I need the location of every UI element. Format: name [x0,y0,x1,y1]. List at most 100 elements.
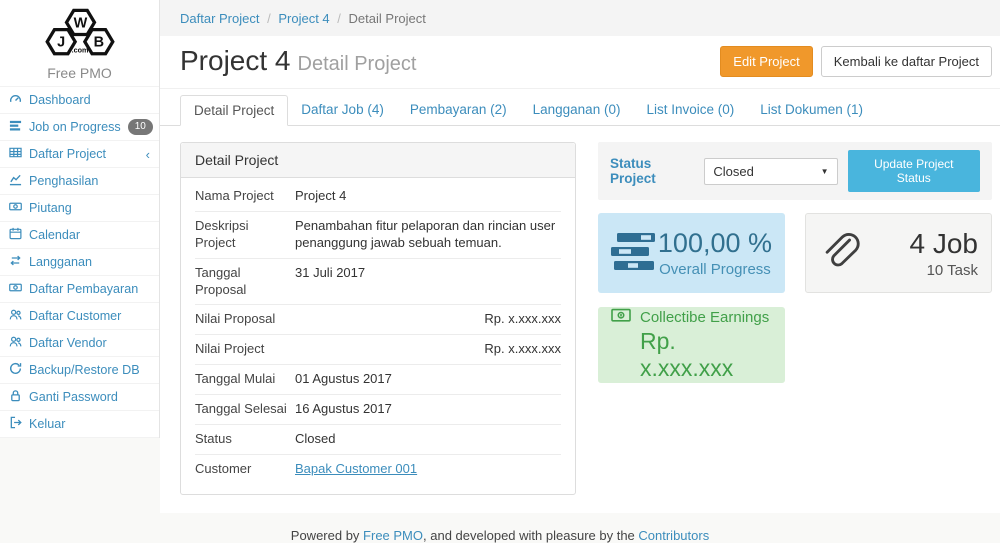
paperclip-icon [819,230,861,277]
table-row: Tanggal Proposal 31 Juli 2017 [195,259,561,306]
signout-icon [9,416,22,432]
row-value: 16 Agustus 2017 [295,401,561,418]
status-select[interactable]: Closed ▼ [704,158,837,185]
tab-list-invoice[interactable]: List Invoice (0) [633,95,747,126]
row-value: Rp. x.xxx.xxx [295,341,561,358]
row-value: 31 Juli 2017 [295,265,561,299]
free-pmo-link[interactable]: Free PMO [363,528,423,543]
jwb-hexagon-logo-icon: W J B .com [33,7,127,61]
footer-text: Powered by [291,528,363,543]
row-value: Closed [295,431,561,448]
table-row: Tanggal Mulai 01 Agustus 2017 [195,365,561,395]
row-label: Nilai Project [195,341,295,358]
job-text: 4 Job 10 Task [910,228,979,279]
tab-detail-project[interactable]: Detail Project [180,95,288,126]
sidebar-item-label: Backup/Restore DB [29,363,140,377]
row-label: Deskripsi Project [195,218,295,252]
detail-column: Detail Project Nama Project Project 4 De… [180,142,576,495]
sidebar: W J B .com Free PMO Dashboard Job on Pro… [0,0,160,438]
contributors-link[interactable]: Contributors [638,528,709,543]
tab-daftar-job[interactable]: Daftar Job (4) [288,95,397,126]
sidebar-item-label: Keluar [29,417,65,431]
table-icon [9,146,22,162]
chart-line-icon [9,173,22,189]
breadcrumb-project-4[interactable]: Project 4 [278,11,329,26]
row-label: Nilai Proposal [195,311,295,328]
row-label: Tanggal Proposal [195,265,295,299]
footer-text: , and developed with pleasure by the [423,528,638,543]
row-value: Rp. x.xxx.xxx [295,311,561,328]
row-value: 01 Agustus 2017 [295,371,561,388]
lock-icon [9,389,22,405]
sidebar-item-label: Ganti Password [29,390,118,404]
header-buttons: Edit Project Kembali ke daftar Project [720,46,992,77]
sidebar-item-label: Calendar [29,228,80,242]
money-bill-icon [611,308,631,327]
sidebar-item-daftar-project[interactable]: Daftar Project ‹ [0,140,159,167]
sidebar-item-daftar-pembayaran[interactable]: Daftar Pembayaran [0,275,159,302]
customer-link[interactable]: Bapak Customer 001 [295,461,417,476]
update-status-button[interactable]: Update Project Status [848,150,980,192]
progress-label: Overall Progress [658,261,772,278]
tab-content: Detail Project Nama Project Project 4 De… [160,126,1000,513]
logo-letter-b: B [93,35,103,51]
sidebar-item-label: Langganan [29,255,92,269]
chevron-left-icon: ‹ [146,147,150,162]
sidebar-item-label: Daftar Project [29,147,106,161]
sidebar-item-ganti-password[interactable]: Ganti Password [0,383,159,410]
page-header: Project 4Detail Project Edit Project Kem… [160,36,1000,89]
row-value: Bapak Customer 001 [295,461,561,478]
earnings-label: Collectibe Earnings [640,309,769,326]
status-project-bar: Status Project Closed ▼ Update Project S… [598,142,992,200]
gauge-icon [9,92,22,108]
sidebar-item-daftar-vendor[interactable]: Daftar Vendor [0,329,159,356]
breadcrumb-daftar-project[interactable]: Daftar Project [180,11,259,26]
sidebar-item-label: Job on Progress [29,120,121,134]
money-icon [9,281,22,297]
progress-text: 100,00 % Overall Progress [658,228,772,278]
stat-boxes: 100,00 % Overall Progress 4 Job 10 T [598,213,992,293]
table-row: Tanggal Selesai 16 Agustus 2017 [195,395,561,425]
status-column: Status Project Closed ▼ Update Project S… [598,142,992,495]
edit-project-button[interactable]: Edit Project [720,46,812,77]
sidebar-item-daftar-customer[interactable]: Daftar Customer [0,302,159,329]
job-count-box: 4 Job 10 Task [805,213,992,293]
sidebar-item-dashboard[interactable]: Dashboard [0,86,159,113]
tab-pembayaran[interactable]: Pembayaran (2) [397,95,520,126]
status-select-value: Closed [713,164,753,179]
logo-letter-w: W [73,15,87,31]
sidebar-item-label: Dashboard [29,93,91,107]
tab-list-dokumen[interactable]: List Dokumen (1) [747,95,876,126]
sidebar-item-calendar[interactable]: Calendar [0,221,159,248]
main-content: Daftar Project / Project 4 / Detail Proj… [160,0,1000,513]
sidebar-item-backup-restore[interactable]: Backup/Restore DB [0,356,159,383]
overall-progress-box: 100,00 % Overall Progress [598,213,785,293]
table-row: Status Closed [195,425,561,455]
sidebar-item-penghasilan[interactable]: Penghasilan [0,167,159,194]
sidebar-item-langganan[interactable]: Langganan [0,248,159,275]
sidebar-item-piutang[interactable]: Piutang [0,194,159,221]
sidebar-item-label: Penghasilan [29,174,98,188]
users-icon [9,308,22,324]
back-to-list-button[interactable]: Kembali ke daftar Project [821,46,992,77]
exchange-icon [9,254,22,270]
sidebar-item-keluar[interactable]: Keluar [0,410,159,438]
detail-project-panel: Detail Project Nama Project Project 4 De… [180,142,576,495]
users-icon [9,335,22,351]
collectible-earnings-box: Collectibe Earnings Rp. x.xxx.xxx [598,307,785,383]
breadcrumb: Daftar Project / Project 4 / Detail Proj… [160,0,1000,36]
panel-body: Nama Project Project 4 Deskripsi Project… [181,178,575,494]
sidebar-item-label: Daftar Vendor [29,336,107,350]
table-row: Deskripsi Project Penambahan fitur pelap… [195,212,561,259]
sidebar-item-job-on-progress[interactable]: Job on Progress 10 [0,113,159,140]
app-root: W J B .com Free PMO Dashboard Job on Pro… [0,0,1000,513]
tasks-icon [9,119,22,135]
earnings-header: Collectibe Earnings [611,308,772,327]
table-row: Nama Project Project 4 [195,182,561,212]
earnings-value: Rp. x.xxx.xxx [640,328,772,382]
tab-langganan[interactable]: Langganan (0) [520,95,634,126]
panel-title: Detail Project [181,143,575,178]
brand-name: Free PMO [0,65,159,81]
task-count-label: 10 Task [910,262,979,279]
row-value: Penambahan fitur pelaporan dan rincian u… [295,218,561,252]
